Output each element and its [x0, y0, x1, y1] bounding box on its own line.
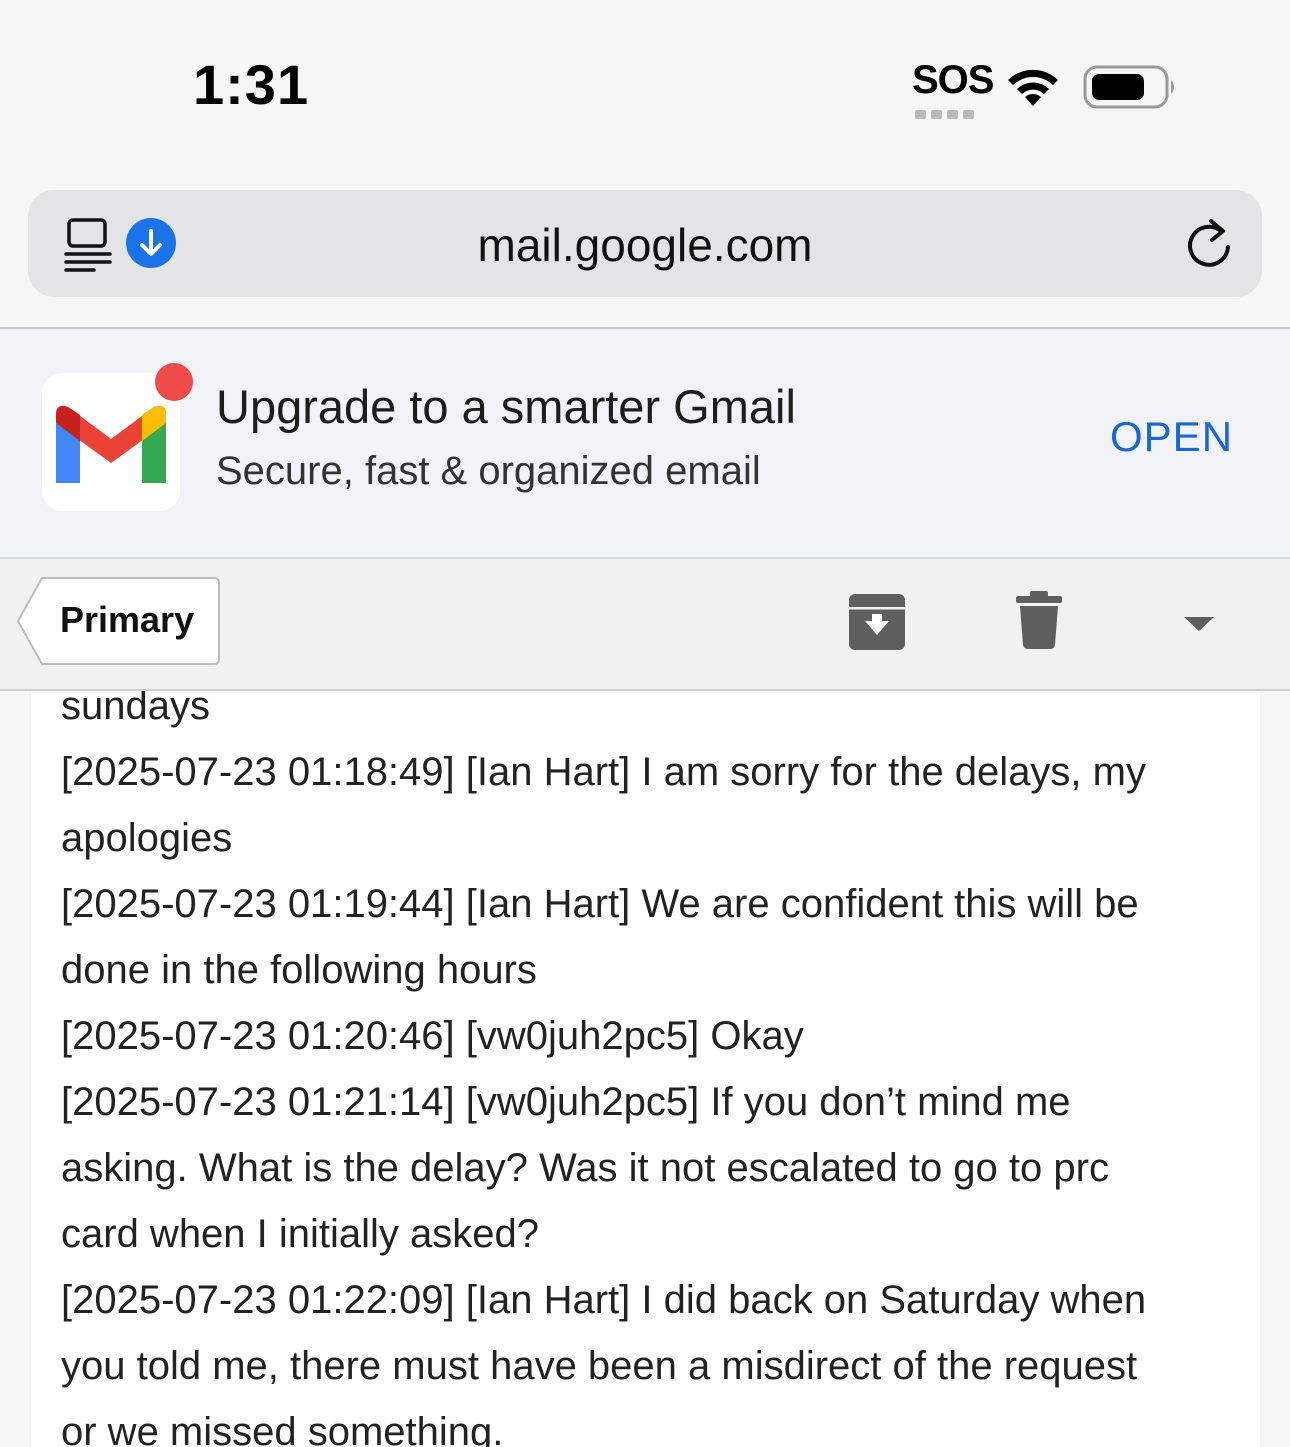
text-line: [2025-07-23 01:20:46] [vw0juh2pc5] Okay [61, 1014, 804, 1058]
chevron-down-icon[interactable] [1182, 615, 1216, 633]
promo-title: Upgrade to a smarter Gmail [216, 380, 796, 433]
trash-icon[interactable] [1016, 591, 1062, 649]
sos-indicator: SOS [912, 58, 994, 119]
reload-icon[interactable] [1183, 215, 1235, 271]
archive-icon[interactable] [848, 593, 906, 651]
text-line: [2025-07-23 01:21:14] [vw0juh2pc5] If yo… [61, 1080, 1071, 1124]
promo-subtitle: Secure, fast & organized email [216, 449, 761, 493]
address-bar[interactable]: mail.google.com [28, 190, 1262, 297]
text-line: asking. What is the delay? Was it not es… [61, 1146, 1109, 1190]
message-text: sundays [2025-07-23 01:18:49] [Ian Hart]… [61, 691, 1231, 1447]
sos-label: SOS [912, 58, 994, 102]
back-to-primary-button[interactable]: Primary [16, 577, 220, 665]
back-button-label: Primary [60, 599, 195, 640]
text-line: [2025-07-23 01:22:09] [Ian Hart] I did b… [61, 1278, 1147, 1322]
open-app-button[interactable]: OPEN [1110, 413, 1233, 461]
text-line: or we missed something. [61, 1410, 504, 1447]
text-line: you told me, there must have been a misd… [61, 1344, 1138, 1388]
clock: 1:31 [193, 53, 310, 116]
notification-badge [155, 363, 193, 401]
battery-icon [1083, 65, 1174, 109]
gmail-logo-icon [56, 406, 166, 483]
email-body: sundays [2025-07-23 01:18:49] [Ian Hart]… [31, 691, 1260, 1447]
wifi-icon [1008, 69, 1058, 106]
signal-dots-icon [915, 106, 979, 124]
text-line: sundays [61, 691, 210, 728]
text-line: apologies [61, 816, 233, 860]
url-text[interactable]: mail.google.com [28, 218, 1262, 272]
app-promo-banner[interactable]: Upgrade to a smarter Gmail Secure, fast … [0, 329, 1290, 559]
text-line: [2025-07-23 01:19:44] [Ian Hart] We are … [61, 882, 1139, 926]
text-line: [2025-07-23 01:18:49] [Ian Hart] I am so… [61, 750, 1146, 794]
text-line: card when I initially asked? [61, 1212, 540, 1256]
status-bar: 1:31 SOS [0, 0, 1290, 170]
text-line: done in the following hours [61, 948, 537, 992]
message-toolbar: Primary [0, 559, 1290, 691]
